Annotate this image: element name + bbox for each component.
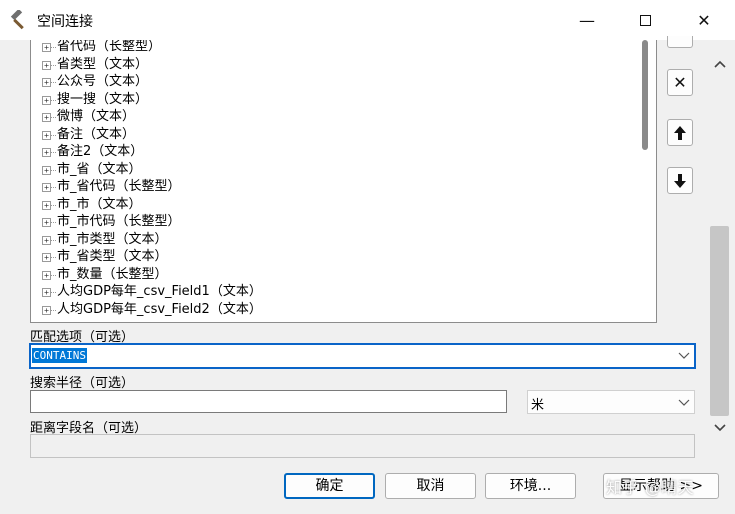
window-title: 空间连接 bbox=[37, 14, 93, 30]
match-option-select[interactable]: CONTAINS bbox=[29, 343, 696, 369]
field-tree-list[interactable]: 省代码（长整型） 省类型（文本） 公众号（文本） 搜一搜（文本） 微博（文本） 备注（文本… bbox=[30, 40, 657, 323]
field-tree-item[interactable]: 市_省代码（长整型） bbox=[39, 178, 262, 196]
move-down-button[interactable] bbox=[667, 167, 693, 194]
field-tree-item[interactable]: 搜一搜（文本） bbox=[39, 91, 262, 109]
field-tree-item[interactable]: 微博（文本） bbox=[39, 108, 262, 126]
field-tree-item[interactable]: 公众号（文本） bbox=[39, 73, 262, 91]
tree-connector bbox=[51, 169, 56, 171]
arrow-down-icon bbox=[674, 173, 686, 188]
tree-connector bbox=[51, 257, 56, 258]
move-up-button[interactable] bbox=[667, 119, 693, 146]
tree-connector bbox=[51, 117, 56, 118]
field-tree-item-label: 市_市（文本） bbox=[57, 196, 142, 212]
unit-value: 米 bbox=[531, 398, 545, 413]
tree-scroll-thumb[interactable] bbox=[642, 40, 648, 150]
field-tree-item-label: 人均GDP每年_csv_Field2（文本） bbox=[57, 301, 262, 317]
field-tree-item-label: 市_市代码（长整型） bbox=[57, 214, 181, 229]
scroll-up-icon[interactable] bbox=[711, 58, 729, 76]
scrollbar-thumb[interactable] bbox=[710, 226, 729, 416]
search-radius-input[interactable] bbox=[30, 390, 507, 413]
field-tree-item-label: 备注（文本） bbox=[57, 126, 136, 142]
hammer-icon bbox=[10, 10, 24, 30]
field-tree-item[interactable]: 省代码（长整型） bbox=[39, 40, 262, 56]
search-radius-label: 搜索半径（可选） bbox=[30, 376, 135, 391]
cancel-button[interactable]: 取消 bbox=[385, 473, 476, 499]
field-tree-item-label: 省类型（文本） bbox=[57, 56, 149, 72]
field-tree-item-label: 市_省代码（长整型） bbox=[57, 179, 181, 194]
field-tree-items: 省代码（长整型） 省类型（文本） 公众号（文本） 搜一搜（文本） 微博（文本） 备注（文本… bbox=[39, 40, 262, 318]
tree-connector bbox=[51, 47, 56, 48]
expand-icon[interactable] bbox=[42, 235, 51, 245]
field-tree-item-label: 备注2（文本） bbox=[57, 144, 144, 159]
tree-connector bbox=[51, 99, 56, 101]
maximize-button[interactable] bbox=[622, 0, 668, 40]
field-tree-item[interactable]: 市_省类型（文本） bbox=[39, 248, 262, 266]
expand-icon[interactable] bbox=[42, 305, 51, 315]
tree-connector bbox=[51, 134, 56, 136]
tree-connector bbox=[51, 187, 56, 188]
remove-button[interactable]: ✕ bbox=[667, 69, 693, 96]
tree-connector bbox=[51, 222, 56, 223]
expand-icon[interactable] bbox=[42, 148, 51, 157]
expand-icon[interactable] bbox=[42, 183, 51, 192]
expand-icon[interactable] bbox=[42, 253, 51, 262]
expand-icon[interactable] bbox=[42, 113, 51, 122]
expand-icon[interactable] bbox=[42, 270, 51, 280]
arrow-up-icon bbox=[674, 125, 686, 140]
tree-connector bbox=[51, 274, 56, 276]
environments-button[interactable]: 环境... bbox=[485, 473, 576, 499]
expand-icon[interactable] bbox=[42, 218, 51, 227]
match-option-value: CONTAINS bbox=[32, 348, 87, 363]
chevron-down-icon bbox=[678, 352, 690, 359]
field-tree-item[interactable]: 市_数量（长整型） bbox=[39, 266, 262, 284]
field-tree-item-label: 市_省类型（文本） bbox=[57, 249, 168, 264]
tree-connector bbox=[51, 292, 56, 293]
field-tree-item[interactable]: 市_市（文本） bbox=[39, 196, 262, 214]
expand-icon[interactable] bbox=[42, 130, 51, 140]
field-tree-item-label: 搜一搜（文本） bbox=[57, 91, 149, 107]
expand-icon[interactable] bbox=[42, 43, 51, 52]
field-tree-item[interactable]: 市_省（文本） bbox=[39, 161, 262, 179]
expand-icon[interactable] bbox=[42, 60, 51, 70]
minimize-button[interactable]: — bbox=[564, 0, 610, 40]
field-tree-item[interactable]: 市_市类型（文本） bbox=[39, 231, 262, 249]
tree-connector bbox=[51, 82, 56, 83]
field-tree-item-label: 市_省（文本） bbox=[57, 161, 142, 177]
field-tree-item-label: 公众号（文本） bbox=[57, 74, 149, 89]
maximize-icon bbox=[639, 14, 651, 26]
ok-button[interactable]: 确定 bbox=[284, 473, 375, 499]
distance-field-input[interactable] bbox=[30, 434, 695, 458]
tree-connector bbox=[51, 309, 56, 311]
expand-icon[interactable] bbox=[42, 200, 51, 210]
unit-select[interactable]: 米 bbox=[527, 390, 695, 414]
watermark: 知乎 @晴天 bbox=[606, 478, 695, 497]
field-tree-item-label: 人均GDP每年_csv_Field1（文本） bbox=[57, 284, 262, 299]
chevron-down-icon bbox=[678, 399, 690, 406]
field-tree-item[interactable]: 省类型（文本） bbox=[39, 56, 262, 74]
dialog-scrollbar[interactable] bbox=[708, 40, 731, 458]
tree-connector bbox=[51, 239, 56, 241]
expand-icon[interactable] bbox=[42, 78, 51, 87]
tree-connector bbox=[51, 204, 56, 206]
expand-icon[interactable] bbox=[42, 95, 51, 105]
tree-connector bbox=[51, 152, 56, 153]
tree-connector bbox=[51, 64, 56, 66]
add-button[interactable] bbox=[667, 36, 693, 48]
field-tree-item[interactable]: 人均GDP每年_csv_Field2（文本） bbox=[39, 301, 262, 319]
close-button[interactable]: ✕ bbox=[681, 0, 727, 40]
x-icon: ✕ bbox=[673, 73, 687, 92]
field-tree-item-label: 省代码（长整型） bbox=[57, 40, 162, 54]
field-tree-item-label: 市_市类型（文本） bbox=[57, 231, 168, 247]
field-tree-item[interactable]: 备注（文本） bbox=[39, 126, 262, 144]
field-tree-item[interactable]: 备注2（文本） bbox=[39, 143, 262, 161]
match-option-label: 匹配选项（可选） bbox=[30, 330, 135, 345]
expand-icon[interactable] bbox=[42, 165, 51, 175]
scroll-down-icon[interactable] bbox=[711, 422, 729, 440]
expand-icon[interactable] bbox=[42, 288, 51, 297]
field-tree-item[interactable]: 人均GDP每年_csv_Field1（文本） bbox=[39, 283, 262, 301]
field-tree-item-label: 微博（文本） bbox=[57, 109, 136, 124]
title-bar: 空间连接 — ✕ bbox=[0, 0, 735, 40]
field-tree-item[interactable]: 市_市代码（长整型） bbox=[39, 213, 262, 231]
field-tree-item-label: 市_数量（长整型） bbox=[57, 266, 168, 282]
